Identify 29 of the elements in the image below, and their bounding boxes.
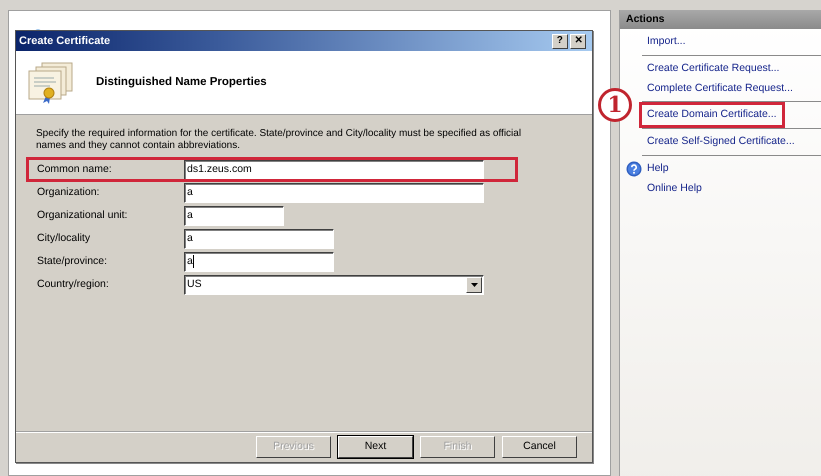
field-label: Organizational unit:	[36, 208, 128, 223]
page-heading: Distinguished Name Properties	[96, 74, 267, 90]
action-link[interactable]: Help	[642, 158, 674, 178]
input-field[interactable]: a	[184, 228, 334, 248]
pane-header: Actions	[620, 10, 821, 29]
close-button[interactable]: ✕	[570, 34, 586, 48]
input-field[interactable]: a	[184, 182, 484, 202]
input-field[interactable]: ds1.zeus.com	[184, 160, 484, 180]
help-button[interactable]: ?	[552, 34, 568, 48]
action-link[interactable]: Create Domain Certificate...	[642, 105, 782, 125]
field-label: State/province:	[36, 254, 108, 269]
caret-icon	[466, 276, 482, 292]
action-link[interactable]: Create Certificate Request...	[642, 58, 784, 78]
field-label: Country/region:	[36, 276, 110, 292]
input-field[interactable]: a	[184, 252, 334, 272]
action-link[interactable]: Complete Certificate Request...	[642, 78, 798, 98]
help-icon	[626, 160, 642, 177]
action-link[interactable]: Import...	[642, 32, 691, 52]
input-field[interactable]: a	[184, 206, 284, 226]
field-label: City/locality	[36, 230, 92, 246]
field-label: Organization:	[36, 184, 100, 200]
wizard-button[interactable]: Cancel	[502, 436, 577, 458]
action-link[interactable]: Create Self-Signed Certificate...	[642, 132, 800, 152]
wizard-button[interactable]: Next	[338, 436, 413, 458]
instructions-text: Specify the required information for the certificate. State/province and City/locality must be specified as official names and they cannot contain abbreviations.	[36, 128, 522, 152]
action-link[interactable]: Online Help	[642, 178, 707, 198]
country-dropdown[interactable]: US	[184, 274, 484, 294]
window-title: Create Certificate	[19, 34, 110, 49]
field-label: Common name:	[36, 162, 113, 177]
